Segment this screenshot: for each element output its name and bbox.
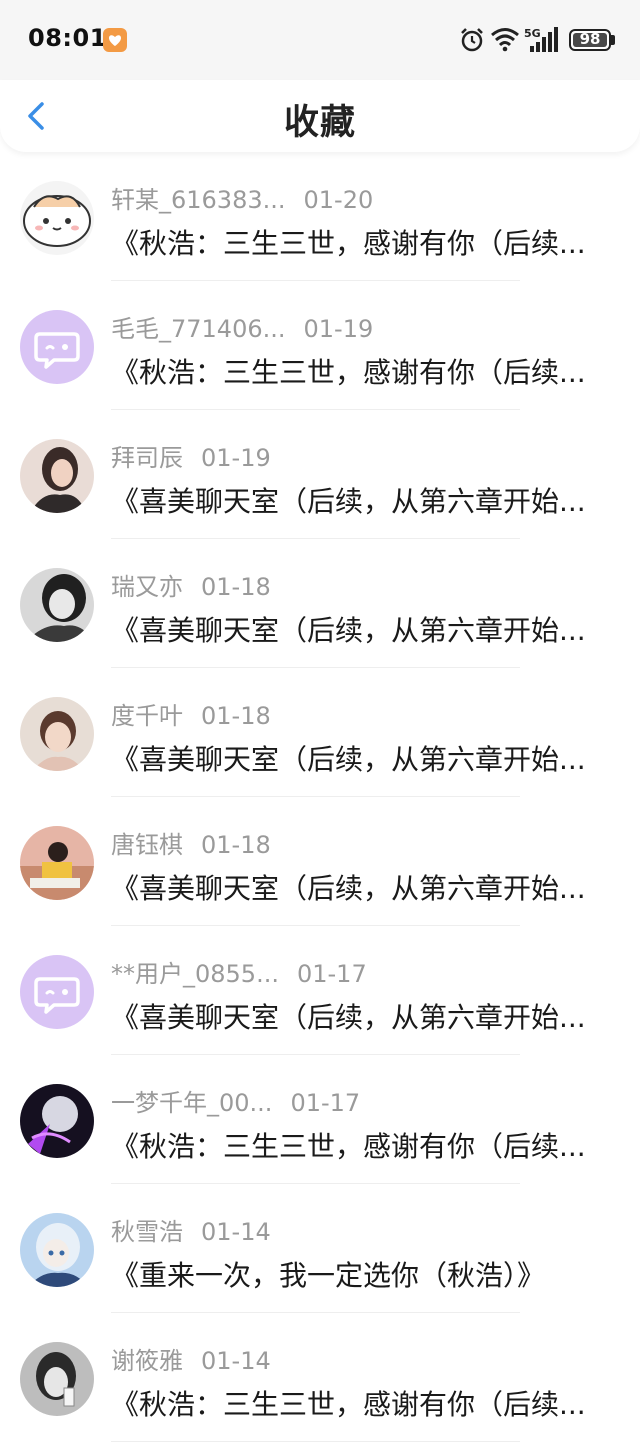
item-title[interactable]: 《喜美聊天室（后续，从第六章开始... — [111, 867, 616, 907]
author-name: 唐钰棋 — [111, 831, 183, 859]
list-item[interactable]: 谢筱雅 01-14 《秋浩：三生三世，感谢有你（后续... — [0, 1313, 640, 1442]
item-meta: 唐钰棋 01-18 — [111, 825, 271, 859]
list-item[interactable]: 唐钰棋 01-18 《喜美聊天室（后续，从第六章开始... — [0, 797, 640, 926]
item-meta: 谢筱雅 01-14 — [111, 1341, 271, 1375]
avatar[interactable] — [20, 697, 94, 771]
list-item[interactable]: **用户_0855... 01-17 《喜美聊天室（后续，从第六章开始... — [0, 926, 640, 1055]
avatar[interactable] — [20, 1213, 94, 1287]
item-title[interactable]: 《重来一次，我一定选你（秋浩）》 — [111, 1254, 616, 1294]
author-name: 度千叶 — [111, 702, 183, 730]
item-date: 01-18 — [201, 573, 271, 601]
item-title[interactable]: 《喜美聊天室（后续，从第六章开始... — [111, 996, 616, 1036]
list-item[interactable]: 一梦千年_00... 01-17 《秋浩：三生三世，感谢有你（后续... — [0, 1055, 640, 1184]
item-meta: 秋雪浩 01-14 — [111, 1212, 271, 1246]
item-meta: 瑞又亦 01-18 — [111, 567, 271, 601]
item-meta: 一梦千年_00... 01-17 — [111, 1083, 361, 1117]
item-title[interactable]: 《喜美聊天室（后续，从第六章开始... — [111, 609, 616, 649]
item-date: 01-14 — [201, 1218, 271, 1246]
item-date: 01-18 — [201, 702, 271, 730]
item-title[interactable]: 《秋浩：三生三世，感谢有你（后续... — [111, 222, 616, 262]
page-title: 收藏 — [283, 103, 356, 143]
list-item[interactable]: 毛毛_771406... 01-19 《秋浩：三生三世，感谢有你（后续... — [0, 281, 640, 410]
status-time: 08:01 — [28, 24, 107, 52]
author-name: 瑞又亦 — [111, 573, 183, 601]
battery-indicator: 98 — [569, 29, 611, 51]
avatar[interactable] — [20, 568, 94, 642]
author-name: 一梦千年_00... — [111, 1089, 273, 1117]
avatar[interactable] — [20, 826, 94, 900]
item-title[interactable]: 《秋浩：三生三世，感谢有你（后续... — [111, 1125, 616, 1165]
item-meta: 毛毛_771406... 01-19 — [111, 309, 374, 343]
list-item[interactable]: 拜司辰 01-19 《喜美聊天室（后续，从第六章开始... — [0, 410, 640, 539]
item-date: 01-20 — [303, 186, 374, 214]
avatar[interactable] — [20, 439, 94, 513]
author-name: 毛毛_771406... — [111, 315, 286, 343]
author-name: 拜司辰 — [111, 444, 183, 472]
item-title[interactable]: 《秋浩：三生三世，感谢有你（后续... — [111, 1383, 616, 1423]
app-notification-icon — [103, 28, 127, 52]
list-item[interactable]: 度千叶 01-18 《喜美聊天室（后续，从第六章开始... — [0, 668, 640, 797]
svg-text:5G: 5G — [524, 27, 541, 40]
author-name: **用户_0855... — [111, 960, 279, 988]
avatar[interactable] — [20, 181, 94, 255]
item-date: 01-19 — [201, 444, 271, 472]
battery-level: 98 — [579, 30, 601, 48]
signal-5g-icon: 5G — [524, 27, 558, 52]
item-title[interactable]: 《喜美聊天室（后续，从第六章开始... — [111, 480, 616, 520]
item-date: 01-17 — [290, 1089, 361, 1117]
alarm-icon — [461, 28, 483, 52]
list-item[interactable]: 秋雪浩 01-14 《重来一次，我一定选你（秋浩）》 — [0, 1184, 640, 1313]
wifi-icon — [491, 28, 519, 52]
item-date: 01-19 — [303, 315, 374, 343]
item-date: 01-17 — [296, 960, 367, 988]
list-item[interactable]: 轩某_616383... 01-20 《秋浩：三生三世，感谢有你（后续... — [0, 152, 640, 281]
item-meta: **用户_0855... 01-17 — [111, 954, 367, 988]
item-date: 01-18 — [201, 831, 271, 859]
avatar[interactable] — [20, 310, 94, 384]
item-title[interactable]: 《秋浩：三生三世，感谢有你（后续... — [111, 351, 616, 391]
avatar[interactable] — [20, 955, 94, 1029]
favorites-list: 轩某_616383... 01-20 《秋浩：三生三世，感谢有你（后续... 毛毛_7… — [0, 152, 640, 1442]
avatar[interactable] — [20, 1342, 94, 1416]
status-bar: 08:01 5G 98 — [0, 0, 640, 80]
item-meta: 度千叶 01-18 — [111, 696, 271, 730]
item-meta: 轩某_616383... 01-20 — [111, 180, 374, 214]
author-name: 谢筱雅 — [111, 1347, 183, 1375]
item-meta: 拜司辰 01-19 — [111, 438, 271, 472]
item-title[interactable]: 《喜美聊天室（后续，从第六章开始... — [111, 738, 616, 778]
author-name: 秋雪浩 — [111, 1218, 183, 1246]
list-item[interactable]: 瑞又亦 01-18 《喜美聊天室（后续，从第六章开始... — [0, 539, 640, 668]
nav-bar: 收藏 — [0, 80, 640, 152]
author-name: 轩某_616383... — [111, 186, 286, 214]
item-date: 01-14 — [201, 1347, 271, 1375]
avatar[interactable] — [20, 1084, 94, 1158]
